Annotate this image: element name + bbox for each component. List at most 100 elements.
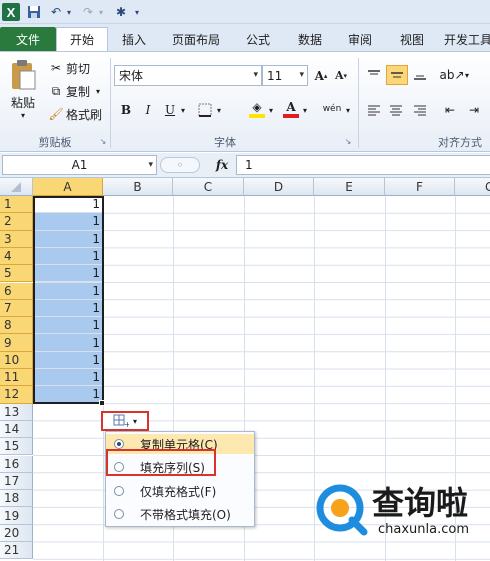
phonetic-dropdown-icon[interactable]: ▾ <box>344 100 352 120</box>
row-header-19[interactable]: 19 <box>0 507 33 525</box>
tab-view[interactable]: 视图 <box>392 27 432 51</box>
tab-developer[interactable]: 开发工具 <box>444 27 490 51</box>
column-header-d[interactable]: D <box>244 178 314 196</box>
row-header-6[interactable]: 6 <box>0 282 33 300</box>
cell-a3[interactable]: 1 <box>33 230 103 248</box>
underline-icon[interactable]: U <box>162 100 178 120</box>
cell-a10[interactable]: 1 <box>33 351 103 369</box>
select-all-corner[interactable] <box>0 178 33 196</box>
font-name-dropdown-icon[interactable]: ▾ <box>253 66 258 85</box>
cell-a9[interactable]: 1 <box>33 334 103 352</box>
cell-a1[interactable]: 1 <box>33 196 103 214</box>
column-header-g[interactable]: G <box>455 178 490 196</box>
row-header-8[interactable]: 8 <box>0 317 33 335</box>
tab-insert[interactable]: 插入 <box>114 27 154 51</box>
customize-tool-icon[interactable]: ✱ <box>112 3 130 21</box>
row-header-2[interactable]: 2 <box>0 213 33 231</box>
fill-color-dropdown-icon[interactable]: ▾ <box>266 100 276 120</box>
bold-icon[interactable]: B <box>118 100 134 120</box>
format-painter-button[interactable]: 格式刷 <box>66 106 106 122</box>
align-middle-icon[interactable] <box>386 65 408 85</box>
row-header-5[interactable]: 5 <box>0 265 33 283</box>
row-header-3[interactable]: 3 <box>0 230 33 248</box>
tab-home[interactable]: 开始 <box>56 27 108 51</box>
clipboard-launcher-icon[interactable]: ↘ <box>98 136 108 146</box>
cut-button[interactable]: 剪切 <box>66 60 96 76</box>
tab-file[interactable]: 文件 <box>0 27 56 51</box>
orientation-icon[interactable]: ab↗ <box>439 65 464 85</box>
column-header-e[interactable]: E <box>314 178 385 196</box>
undo-icon[interactable]: ↶ <box>48 3 64 21</box>
paste-icon[interactable] <box>6 58 40 92</box>
row-header-12[interactable]: 12 <box>0 386 33 404</box>
cell-a7[interactable]: 1 <box>33 299 103 318</box>
fill-color-icon[interactable]: ◈ <box>248 98 266 120</box>
underline-dropdown-icon[interactable]: ▾ <box>178 100 188 120</box>
tab-formulas[interactable]: 公式 <box>238 27 278 51</box>
cut-icon[interactable]: ✂ <box>48 60 64 76</box>
formula-input[interactable]: 1 <box>236 155 490 175</box>
column-header-c[interactable]: C <box>173 178 244 196</box>
align-top-icon[interactable] <box>364 65 384 85</box>
increase-indent-icon[interactable]: ⇥ <box>464 100 484 120</box>
paste-button[interactable]: 粘贴 <box>8 94 38 110</box>
row-header-15[interactable]: 15 <box>0 438 33 456</box>
borders-icon[interactable] <box>196 100 214 120</box>
align-left-icon[interactable] <box>364 100 384 120</box>
autofill-option-fill-without-formatting[interactable]: 不带格式填充(O) <box>106 504 254 524</box>
row-header-4[interactable]: 4 <box>0 247 33 266</box>
name-box-dropdown-icon[interactable]: ▾ <box>148 156 153 175</box>
phonetic-guide-icon[interactable]: wén <box>320 98 344 120</box>
copy-dropdown-icon[interactable]: ▾ <box>94 83 102 99</box>
cell-a11[interactable]: 1 <box>33 369 103 387</box>
row-header-21[interactable]: 21 <box>0 542 33 560</box>
row-header-16[interactable]: 16 <box>0 455 33 473</box>
row-header-13[interactable]: 13 <box>0 403 33 421</box>
shrink-font-icon[interactable]: A ▾ <box>332 65 350 86</box>
formula-bar-resize-handle[interactable]: ◦ <box>160 157 200 173</box>
font-name-select[interactable]: 宋体 ▾ <box>114 65 262 86</box>
cell-a8[interactable]: 1 <box>33 317 103 335</box>
autofill-option-fill-formatting-only[interactable]: 仅填充格式(F) <box>106 481 254 501</box>
column-header-b[interactable]: B <box>103 178 173 196</box>
row-header-11[interactable]: 11 <box>0 369 33 387</box>
row-header-17[interactable]: 17 <box>0 472 33 491</box>
row-header-9[interactable]: 9 <box>0 334 33 352</box>
row-header-14[interactable]: 14 <box>0 420 33 439</box>
cell-a2[interactable]: 1 <box>33 213 103 231</box>
font-launcher-icon[interactable]: ↘ <box>343 136 353 146</box>
align-center-icon[interactable] <box>386 100 406 120</box>
row-header-10[interactable]: 10 <box>0 351 33 369</box>
cell-a6[interactable]: 1 <box>33 282 103 300</box>
fill-handle[interactable] <box>99 400 105 406</box>
column-header-a[interactable]: A <box>33 178 103 196</box>
borders-dropdown-icon[interactable]: ▾ <box>214 100 224 120</box>
italic-icon[interactable]: I <box>140 100 156 120</box>
tab-data[interactable]: 数据 <box>290 27 330 51</box>
cell-a4[interactable]: 1 <box>33 247 103 266</box>
save-icon[interactable] <box>26 3 42 21</box>
grow-font-icon[interactable]: A ▴ <box>312 65 330 86</box>
tab-page-layout[interactable]: 页面布局 <box>164 27 228 51</box>
paste-dropdown-icon[interactable]: ▾ <box>18 110 28 120</box>
cell-a12[interactable]: 1 <box>33 386 103 404</box>
copy-button[interactable]: 复制 <box>66 83 96 99</box>
format-painter-icon[interactable]: 🖌 <box>48 106 64 122</box>
redo-icon[interactable]: ↷ <box>80 3 96 21</box>
column-header-f[interactable]: F <box>385 178 455 196</box>
row-header-1[interactable]: 1 <box>0 196 33 214</box>
tab-review[interactable]: 审阅 <box>340 27 380 51</box>
copy-icon[interactable]: ⧉ <box>48 83 64 99</box>
font-size-select[interactable]: 11 ▾ <box>262 65 308 86</box>
orientation-dropdown-icon[interactable]: ▾ <box>462 65 472 85</box>
font-color-dropdown-icon[interactable]: ▾ <box>300 100 310 120</box>
insert-function-icon[interactable]: fx <box>212 157 232 173</box>
row-header-7[interactable]: 7 <box>0 299 33 318</box>
name-box[interactable]: A1 ▾ <box>2 155 157 175</box>
cell-a5[interactable]: 1 <box>33 265 103 283</box>
align-right-icon[interactable] <box>410 100 430 120</box>
font-color-icon[interactable]: A <box>282 98 300 120</box>
row-header-20[interactable]: 20 <box>0 524 33 542</box>
decrease-indent-icon[interactable]: ⇤ <box>440 100 460 120</box>
align-bottom-icon[interactable] <box>410 65 430 85</box>
